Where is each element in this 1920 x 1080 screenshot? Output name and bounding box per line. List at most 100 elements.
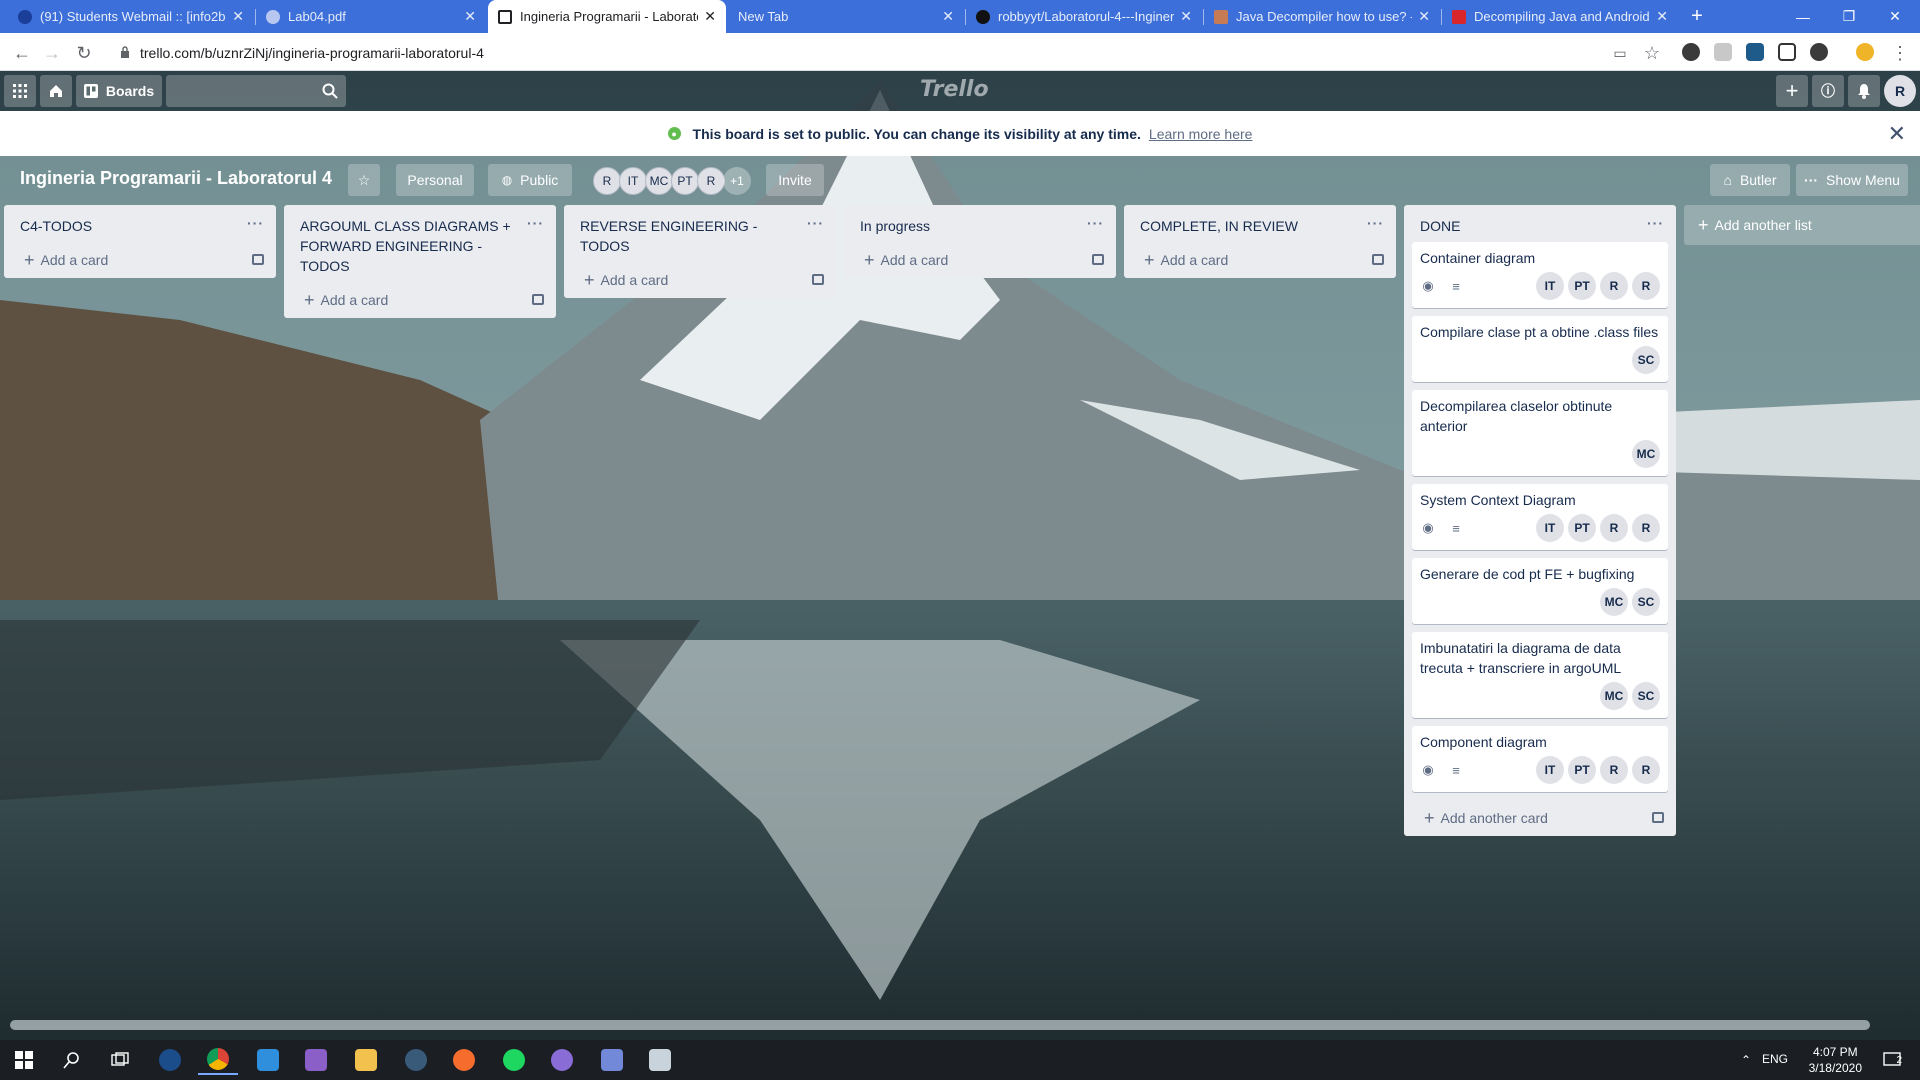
media-app-icon[interactable] xyxy=(542,1045,582,1075)
board-search-input[interactable] xyxy=(166,75,346,107)
browser-tab[interactable]: robbyyt/Laboratorul-4---Inginer… ✕ xyxy=(966,0,1202,33)
card-template-icon[interactable] xyxy=(1092,254,1104,265)
app-icon[interactable] xyxy=(396,1045,436,1075)
input-language[interactable]: ENG xyxy=(1762,1052,1788,1066)
close-window-button[interactable]: ✕ xyxy=(1872,0,1918,33)
card-member-avatar[interactable]: SC xyxy=(1632,588,1660,616)
browser-tab[interactable]: Lab04.pdf ✕ xyxy=(256,0,486,33)
card-member-avatar[interactable]: R xyxy=(1600,514,1628,542)
card-member-avatar[interactable]: MC xyxy=(1600,588,1628,616)
minimize-window-button[interactable]: — xyxy=(1780,0,1826,33)
card-template-icon[interactable] xyxy=(812,274,824,285)
team-button[interactable]: Personal xyxy=(396,164,474,196)
card[interactable]: Container diagram ◉ ≡ IT PT R R xyxy=(1412,242,1668,308)
card-template-icon[interactable] xyxy=(1372,254,1384,265)
list-title[interactable]: ARGOUML CLASS DIAGRAMS + FORWARD ENGINEE… xyxy=(284,205,556,282)
add-another-list-button[interactable]: + Add another list xyxy=(1684,205,1920,245)
card-member-avatar[interactable]: IT xyxy=(1536,514,1564,542)
trello-logo[interactable]: Trello xyxy=(920,77,989,102)
close-tab-icon[interactable]: ✕ xyxy=(704,8,716,25)
card-member-avatar[interactable]: MC xyxy=(1632,440,1660,468)
board-member-avatar[interactable]: MC xyxy=(645,167,673,195)
extension-icon[interactable] xyxy=(1778,43,1796,61)
add-card-button[interactable]: + Add a card xyxy=(844,242,1116,278)
close-tab-icon[interactable]: ✕ xyxy=(1656,8,1668,25)
reload-icon[interactable]: ↻ xyxy=(72,41,96,65)
steam-icon[interactable] xyxy=(150,1045,190,1075)
vscode-icon[interactable] xyxy=(248,1045,288,1075)
list-title[interactable]: COMPLETE, IN REVIEW xyxy=(1124,205,1396,242)
cast-icon[interactable]: ▭ xyxy=(1608,41,1632,65)
system-clock[interactable]: 4:07 PM 3/18/2020 xyxy=(1809,1044,1862,1076)
browser-tab[interactable]: Decompiling Java and Android a… ✕ xyxy=(1442,0,1678,33)
close-tab-icon[interactable]: ✕ xyxy=(232,8,244,25)
card-member-avatar[interactable]: R xyxy=(1632,514,1660,542)
chrome-menu-icon[interactable]: ⋮ xyxy=(1888,41,1912,65)
card-member-avatar[interactable]: PT xyxy=(1568,756,1596,784)
card-member-avatar[interactable]: R xyxy=(1600,272,1628,300)
notifications-bell-icon[interactable] xyxy=(1848,75,1880,107)
browser-tab[interactable]: (91) Students Webmail :: [info2b'… ✕ xyxy=(8,0,254,33)
more-members-badge[interactable]: +1 xyxy=(723,167,751,195)
add-card-button[interactable]: + Add a card xyxy=(564,262,836,298)
list-menu-icon[interactable]: ··· xyxy=(527,215,544,231)
list-title[interactable]: REVERSE ENGINEERING -TODOS xyxy=(564,205,836,262)
star-board-icon[interactable]: ☆ xyxy=(348,164,380,196)
app-icon[interactable] xyxy=(640,1045,680,1075)
card-member-avatar[interactable]: PT xyxy=(1568,514,1596,542)
board-member-avatar[interactable]: R xyxy=(593,167,621,195)
card-member-avatar[interactable]: IT xyxy=(1536,272,1564,300)
member-avatar[interactable]: R xyxy=(1884,75,1916,107)
info-icon[interactable]: ⓘ xyxy=(1812,75,1844,107)
board-horizontal-scrollbar[interactable] xyxy=(10,1020,1870,1030)
create-plus-icon[interactable]: + xyxy=(1776,75,1808,107)
close-tab-icon[interactable]: ✕ xyxy=(464,8,476,25)
invite-button[interactable]: Invite xyxy=(766,164,824,196)
card-template-icon[interactable] xyxy=(1652,812,1664,823)
back-arrow-icon[interactable]: ← xyxy=(10,41,34,65)
card-template-icon[interactable] xyxy=(532,294,544,305)
add-card-button[interactable]: + Add a card xyxy=(1124,242,1396,278)
tray-chevron-up-icon[interactable]: ⌃ xyxy=(1734,1045,1758,1075)
extension-icon[interactable] xyxy=(1746,43,1764,61)
browser-tab[interactable]: New Tab ✕ xyxy=(728,0,964,33)
chrome-icon[interactable] xyxy=(198,1045,238,1075)
list-menu-icon[interactable]: ··· xyxy=(807,215,824,231)
close-banner-icon[interactable]: ✕ xyxy=(1888,121,1906,147)
spotify-icon[interactable] xyxy=(494,1045,534,1075)
butler-button[interactable]: ⌂ Butler xyxy=(1710,164,1790,196)
address-bar[interactable]: trello.com/b/uznrZiNj/ingineria-programa… xyxy=(110,39,1700,67)
board-member-avatar[interactable]: PT xyxy=(671,167,699,195)
task-view-icon[interactable] xyxy=(100,1045,140,1075)
card-member-avatar[interactable]: R xyxy=(1632,756,1660,784)
list-menu-icon[interactable]: ··· xyxy=(1087,215,1104,231)
show-menu-button[interactable]: ··· Show Menu xyxy=(1796,164,1908,196)
card-member-avatar[interactable]: R xyxy=(1600,756,1628,784)
extension-icon[interactable] xyxy=(1714,43,1732,61)
board-member-avatar[interactable]: IT xyxy=(619,167,647,195)
card[interactable]: Component diagram ◉ ≡ IT PT R R xyxy=(1412,726,1668,792)
add-card-button[interactable]: + Add a card xyxy=(4,242,276,278)
notifications-icon[interactable]: 2 xyxy=(1872,1045,1912,1075)
card-member-avatar[interactable]: R xyxy=(1632,272,1660,300)
card-member-avatar[interactable]: PT xyxy=(1568,272,1596,300)
card[interactable]: Compilare clase pt a obtine .class files… xyxy=(1412,316,1668,382)
list-title[interactable]: In progress xyxy=(844,205,1116,242)
board-title[interactable]: Ingineria Programarii - Laboratorul 4 xyxy=(20,168,332,189)
browser-tab-active[interactable]: Ingineria Programarii - Laborator… ✕ xyxy=(488,0,726,33)
add-another-card-button[interactable]: + Add another card xyxy=(1404,800,1676,836)
card-member-avatar[interactable]: MC xyxy=(1600,682,1628,710)
list-menu-icon[interactable]: ··· xyxy=(1647,215,1664,231)
extension-icon[interactable] xyxy=(1682,43,1700,61)
search-icon[interactable] xyxy=(52,1045,92,1075)
list-menu-icon[interactable]: ··· xyxy=(1367,215,1384,231)
list-menu-icon[interactable]: ··· xyxy=(247,215,264,231)
card-member-avatar[interactable]: SC xyxy=(1632,346,1660,374)
extension-icon[interactable] xyxy=(1810,43,1828,61)
boards-button[interactable]: Boards xyxy=(76,75,162,107)
close-tab-icon[interactable]: ✕ xyxy=(1180,8,1192,25)
new-tab-button[interactable]: + xyxy=(1680,0,1714,33)
bookmark-star-icon[interactable]: ☆ xyxy=(1640,41,1664,65)
board-member-avatar[interactable]: R xyxy=(697,167,725,195)
file-explorer-icon[interactable] xyxy=(346,1045,386,1075)
